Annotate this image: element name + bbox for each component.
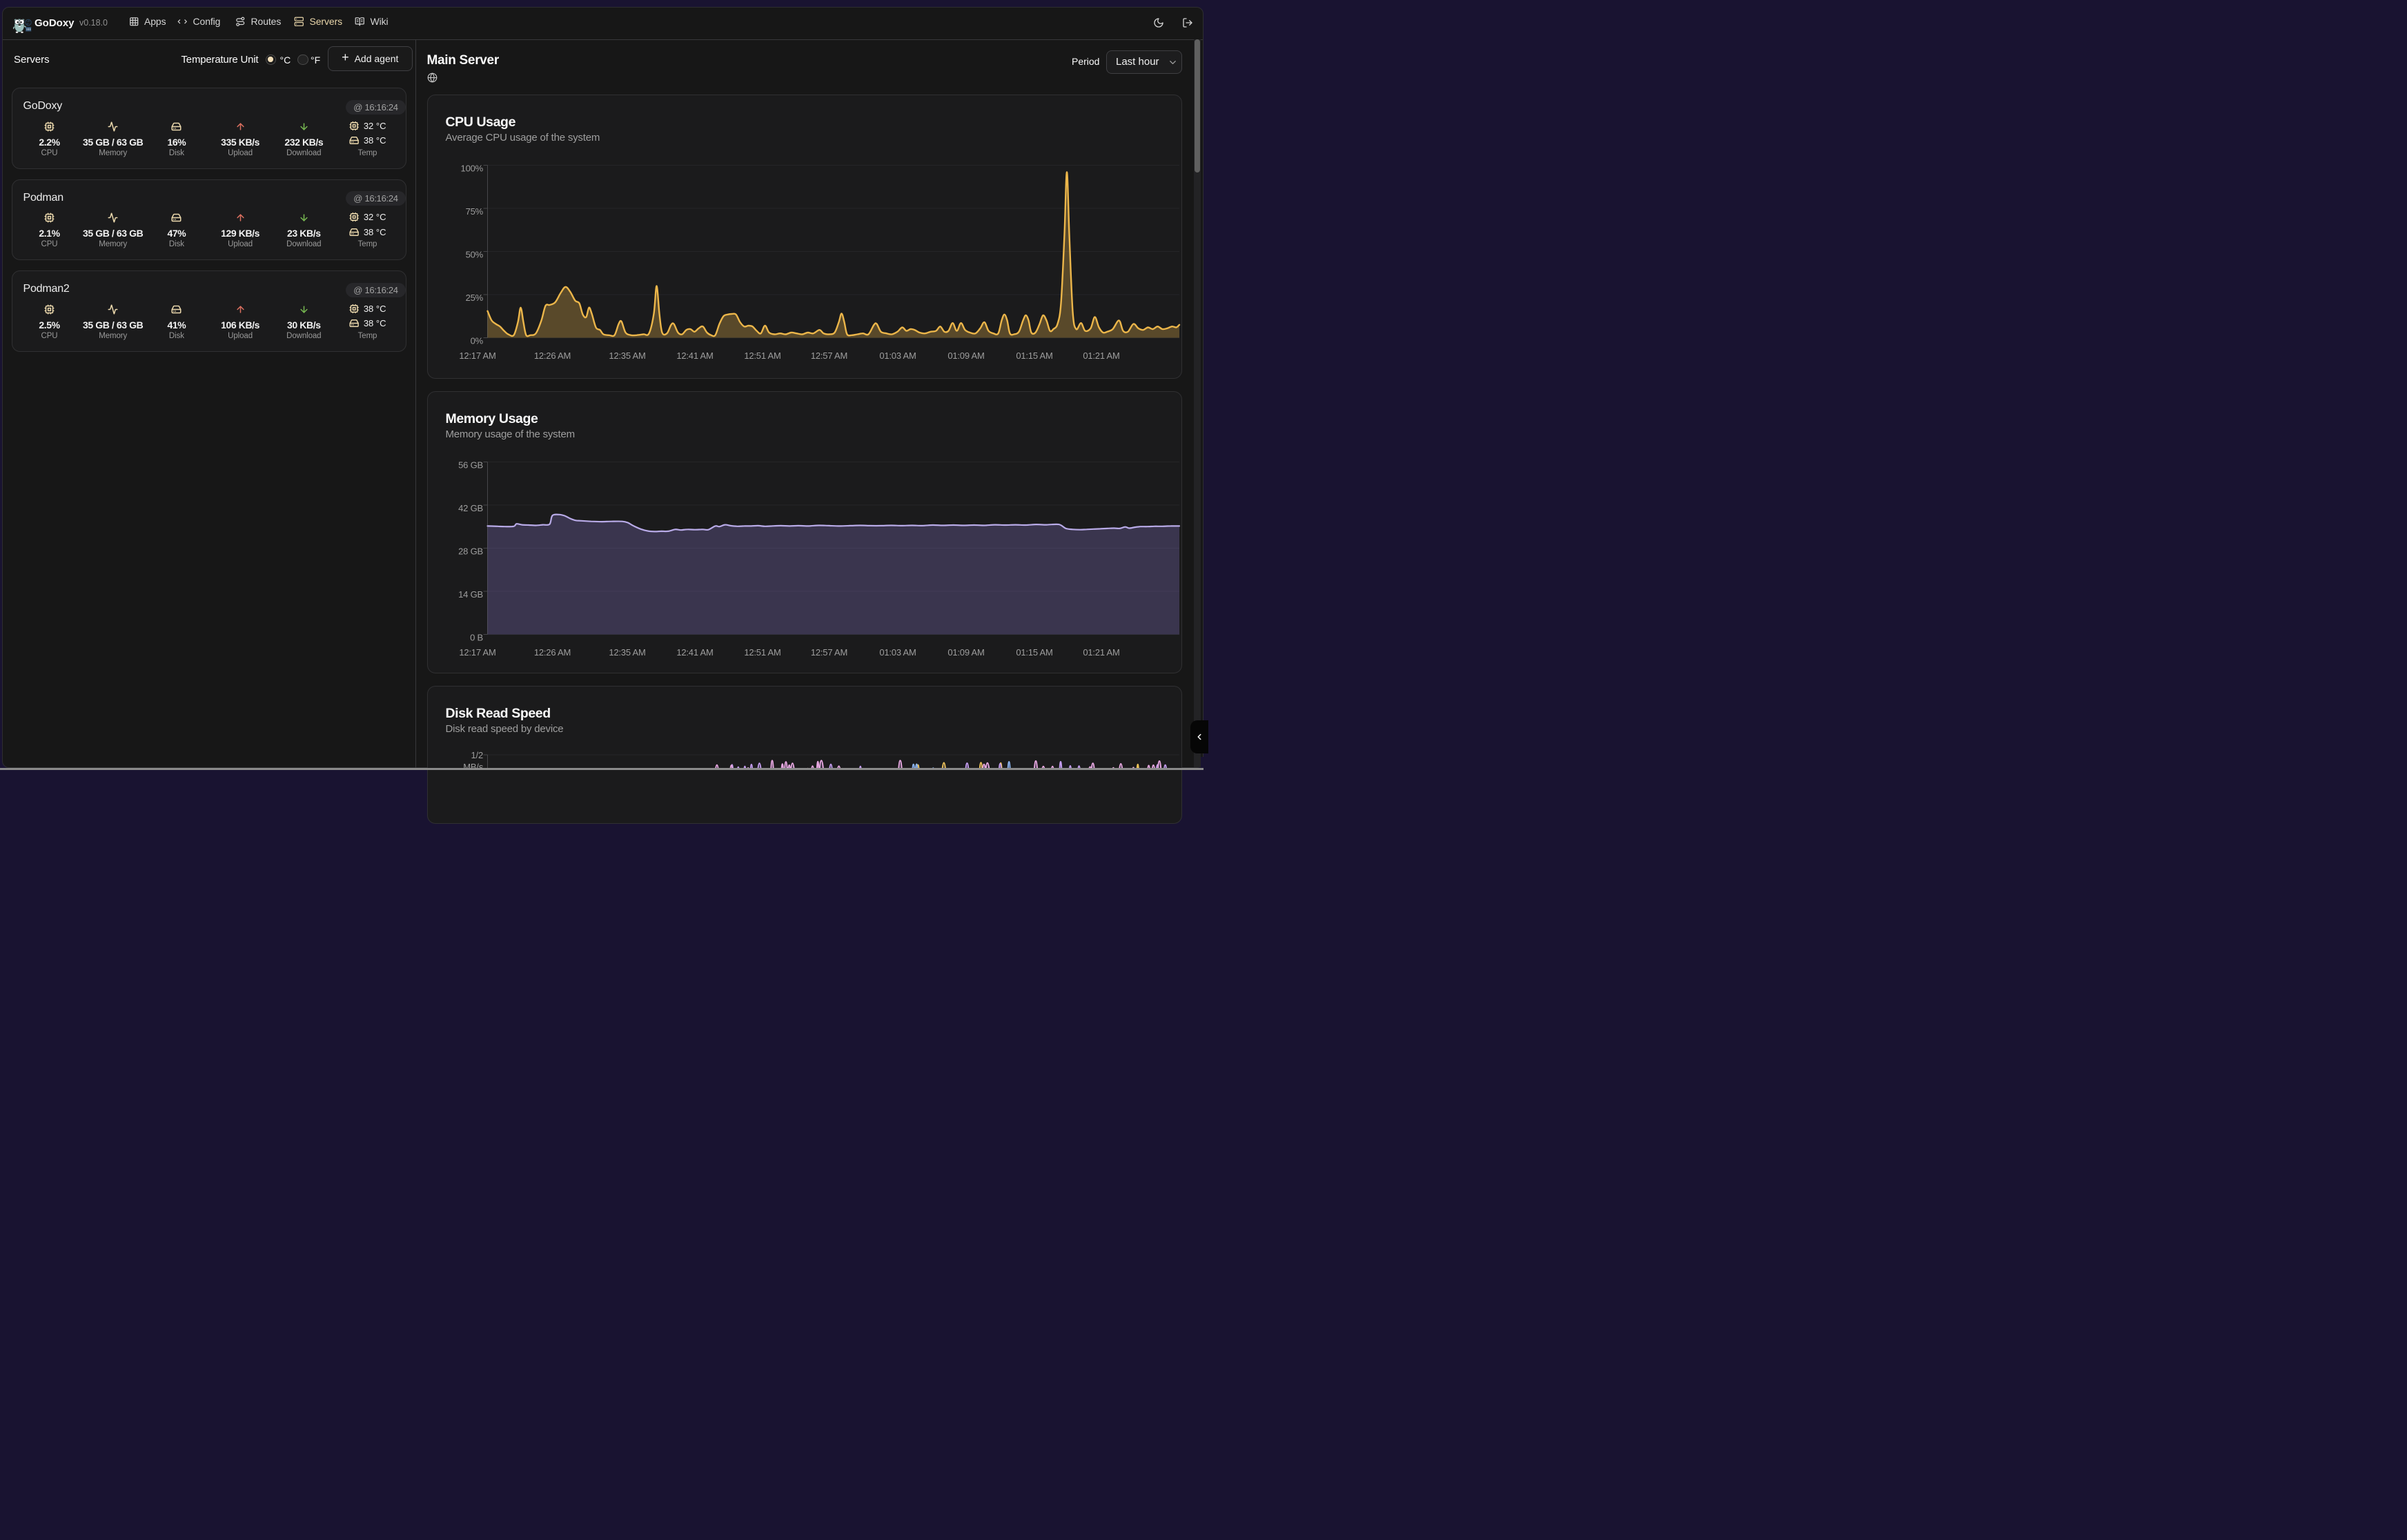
svg-text:0%: 0% bbox=[471, 335, 484, 346]
svg-text:12:57 AM: 12:57 AM bbox=[811, 647, 847, 658]
svg-text:12:57 AM: 12:57 AM bbox=[811, 351, 847, 361]
svg-text:12:51 AM: 12:51 AM bbox=[744, 351, 780, 361]
svg-text:01:15 AM: 01:15 AM bbox=[1016, 351, 1052, 361]
svg-text:12:35 AM: 12:35 AM bbox=[609, 351, 645, 361]
svg-text:75%: 75% bbox=[466, 206, 484, 217]
svg-text:01:21 AM: 01:21 AM bbox=[1083, 647, 1119, 658]
svg-text:25%: 25% bbox=[466, 293, 484, 303]
svg-text:01:09 AM: 01:09 AM bbox=[947, 647, 984, 658]
svg-text:50%: 50% bbox=[466, 249, 484, 259]
svg-text:12:51 AM: 12:51 AM bbox=[744, 647, 780, 658]
svg-text:12:41 AM: 12:41 AM bbox=[676, 351, 713, 361]
svg-text:0 B: 0 B bbox=[470, 632, 483, 642]
svg-text:12:17 AM: 12:17 AM bbox=[459, 647, 495, 658]
svg-text:12:26 AM: 12:26 AM bbox=[534, 647, 571, 658]
svg-text:12:17 AM: 12:17 AM bbox=[459, 351, 495, 361]
svg-text:14 GB: 14 GB bbox=[458, 589, 483, 600]
svg-text:12:41 AM: 12:41 AM bbox=[676, 647, 713, 658]
svg-text:28 GB: 28 GB bbox=[458, 546, 483, 556]
svg-text:12:26 AM: 12:26 AM bbox=[534, 351, 571, 361]
svg-text:12:35 AM: 12:35 AM bbox=[609, 647, 645, 658]
svg-text:01:03 AM: 01:03 AM bbox=[879, 351, 916, 361]
svg-text:01:21 AM: 01:21 AM bbox=[1083, 351, 1119, 361]
svg-text:01:03 AM: 01:03 AM bbox=[879, 647, 916, 658]
svg-text:1/2: 1/2 bbox=[471, 750, 483, 760]
svg-text:01:15 AM: 01:15 AM bbox=[1016, 647, 1052, 658]
svg-text:56 GB: 56 GB bbox=[458, 460, 483, 470]
svg-text:100%: 100% bbox=[461, 163, 484, 173]
svg-text:01:09 AM: 01:09 AM bbox=[947, 351, 984, 361]
svg-text:42 GB: 42 GB bbox=[458, 503, 483, 513]
